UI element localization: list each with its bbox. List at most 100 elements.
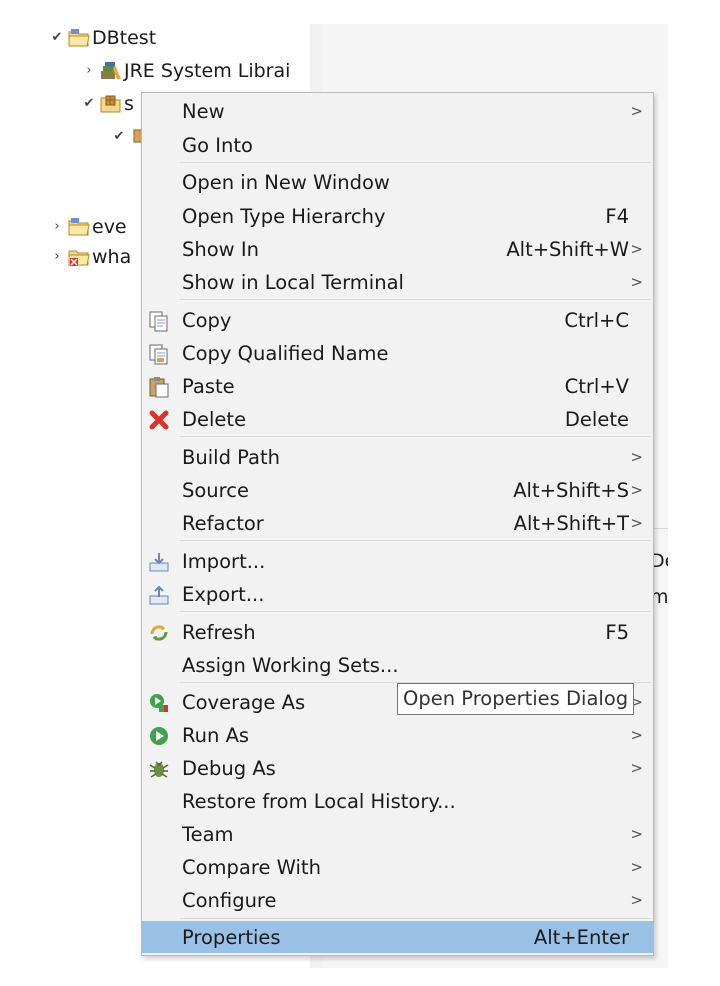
submenu-arrow-icon: >	[630, 448, 643, 466]
menu-item-copy-qualified-name[interactable]: Copy Qualified Name	[142, 337, 653, 369]
menu-item-show-in-local-terminal[interactable]: Show in Local Terminal >	[142, 266, 653, 298]
menu-item-team[interactable]: Team >	[142, 818, 653, 850]
menu-separator	[180, 611, 651, 612]
menu-item-new[interactable]: New >	[142, 95, 653, 127]
tree-item-label: s	[124, 93, 134, 115]
import-icon	[148, 551, 170, 573]
submenu-arrow-icon: >	[630, 858, 643, 876]
tree-item-label: eve	[92, 216, 127, 238]
tree-item-dbtest[interactable]: ✔ DBtest	[50, 26, 157, 50]
menu-item-properties[interactable]: Properties Alt+Enter	[142, 921, 653, 953]
menu-separator	[180, 436, 651, 437]
menu-item-label: Import...	[182, 549, 266, 573]
menu-item-shortcut: Alt+Shift+W	[506, 237, 629, 261]
menu-item-shortcut: Ctrl+V	[564, 374, 629, 398]
menu-item-label: Show in Local Terminal	[182, 270, 404, 294]
submenu-arrow-icon: >	[630, 891, 643, 909]
menu-item-build-path[interactable]: Build Path >	[142, 441, 653, 473]
submenu-arrow-icon: >	[630, 726, 643, 744]
menu-item-label: Refresh	[182, 620, 256, 644]
menu-separator	[180, 540, 651, 541]
chevron-right-icon[interactable]: ›	[50, 220, 64, 234]
submenu-arrow-icon: >	[630, 273, 643, 291]
menu-item-label: Compare With	[182, 855, 321, 879]
menu-item-label: Run As	[182, 723, 250, 747]
menu-separator	[180, 299, 651, 300]
menu-item-label: New	[182, 99, 225, 123]
package-folder-icon	[100, 94, 122, 114]
menu-item-shortcut: F4	[605, 204, 629, 228]
tree-item-label: wha	[92, 246, 132, 268]
menu-item-export[interactable]: Export...	[142, 578, 653, 610]
chevron-down-icon[interactable]: ✔	[112, 130, 126, 144]
menu-separator	[180, 162, 651, 163]
submenu-arrow-icon: >	[630, 102, 643, 120]
chevron-right-icon[interactable]: ›	[82, 64, 96, 78]
menu-item-refresh[interactable]: Refresh F5	[142, 616, 653, 648]
project-folder-icon	[68, 217, 90, 237]
menu-item-debug-as[interactable]: Debug As >	[142, 752, 653, 784]
menu-item-shortcut: F5	[605, 620, 629, 644]
menu-item-label: Go Into	[182, 133, 253, 157]
menu-item-assign-working-sets[interactable]: Assign Working Sets...	[142, 649, 653, 681]
menu-item-label: Properties	[182, 925, 281, 949]
menu-item-label: Team	[182, 822, 234, 846]
coverage-icon	[148, 692, 170, 714]
menu-item-shortcut: Ctrl+C	[564, 308, 629, 332]
menu-item-label: Debug As	[182, 756, 276, 780]
menu-item-label: Refactor	[182, 511, 264, 535]
menu-item-show-in[interactable]: Show In Alt+Shift+W >	[142, 233, 653, 265]
menu-item-import[interactable]: Import...	[142, 545, 653, 577]
menu-item-source[interactable]: Source Alt+Shift+S >	[142, 474, 653, 506]
tree-item-wha[interactable]: › wha	[50, 245, 131, 269]
paste-icon	[148, 376, 170, 398]
library-icon	[100, 61, 122, 81]
menu-item-shortcut: Alt+Shift+T	[513, 511, 629, 535]
menu-item-refactor[interactable]: Refactor Alt+Shift+T >	[142, 507, 653, 539]
run-icon	[148, 725, 170, 747]
menu-item-label: Delete	[182, 407, 247, 431]
submenu-arrow-icon: >	[630, 759, 643, 777]
menu-item-run-as[interactable]: Run As >	[142, 719, 653, 751]
copy-qualified-name-icon	[148, 343, 170, 365]
copy-icon	[148, 310, 170, 332]
chevron-down-icon[interactable]: ✔	[50, 31, 64, 45]
submenu-arrow-icon: >	[630, 240, 643, 258]
tree-item-src[interactable]: ✔ s	[82, 92, 134, 116]
refresh-icon	[148, 622, 170, 644]
menu-item-configure[interactable]: Configure >	[142, 884, 653, 916]
export-icon	[148, 584, 170, 606]
menu-item-paste[interactable]: Paste Ctrl+V	[142, 370, 653, 402]
menu-item-label: Coverage As	[182, 690, 306, 714]
menu-item-delete[interactable]: Delete Delete	[142, 403, 653, 435]
submenu-arrow-icon: >	[630, 514, 643, 532]
menu-item-go-into[interactable]: Go Into	[142, 129, 653, 161]
menu-item-copy[interactable]: Copy Ctrl+C	[142, 304, 653, 336]
tree-item-label: JRE System Librai	[124, 60, 291, 82]
menu-item-shortcut: Alt+Enter	[533, 925, 629, 949]
menu-item-label: Open in New Window	[182, 170, 390, 194]
menu-item-label: Show In	[182, 237, 259, 261]
menu-item-shortcut: Delete	[564, 407, 629, 431]
menu-item-restore-local-history[interactable]: Restore from Local History...	[142, 785, 653, 817]
menu-item-label: Build Path	[182, 445, 280, 469]
menu-item-label: Paste	[182, 374, 235, 398]
tree-item-jre-library[interactable]: › JRE System Librai	[82, 59, 290, 83]
chevron-right-icon[interactable]: ›	[50, 250, 64, 264]
menu-item-compare-with[interactable]: Compare With >	[142, 851, 653, 883]
submenu-arrow-icon: >	[630, 481, 643, 499]
menu-item-shortcut: Alt+Shift+S	[513, 478, 629, 502]
menu-item-label: Open Type Hierarchy	[182, 204, 386, 228]
menu-item-label: Source	[182, 478, 249, 502]
menu-item-label: Export...	[182, 582, 265, 606]
project-folder-icon	[68, 28, 90, 48]
tree-item-eve[interactable]: › eve	[50, 215, 127, 239]
menu-separator	[180, 918, 651, 919]
menu-item-open-in-new-window[interactable]: Open in New Window	[142, 166, 653, 198]
project-folder-error-icon	[68, 247, 90, 267]
chevron-down-icon[interactable]: ✔	[82, 97, 96, 111]
menu-item-open-type-hierarchy[interactable]: Open Type Hierarchy F4	[142, 200, 653, 232]
tree-item-label: DBtest	[92, 27, 157, 49]
menu-item-label: Configure	[182, 888, 277, 912]
context-menu: New > Go Into Open in New Window Open Ty…	[141, 92, 654, 956]
